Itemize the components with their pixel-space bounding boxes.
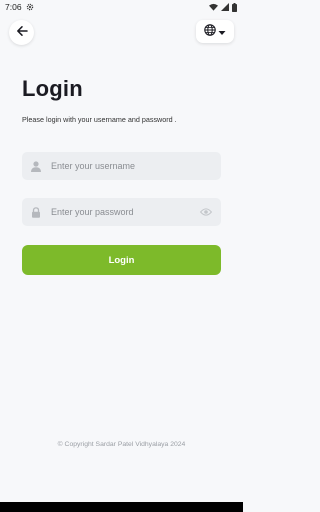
password-input[interactable]	[51, 207, 199, 217]
caret-down-icon	[218, 23, 226, 41]
status-time: 7:06	[5, 2, 22, 12]
login-screen: 7:06 Login Please login with your userna…	[0, 0, 243, 512]
globe-icon	[204, 23, 216, 41]
battery-icon	[232, 2, 237, 12]
username-field[interactable]	[22, 152, 221, 180]
lock-icon	[30, 206, 42, 218]
signal-icon	[221, 3, 229, 11]
login-button[interactable]: Login	[22, 245, 221, 275]
show-password-eye-icon[interactable]	[199, 206, 213, 218]
user-icon	[30, 160, 42, 172]
status-bar-right	[209, 2, 237, 12]
system-navigation-bar	[0, 502, 243, 512]
wifi-icon	[209, 3, 218, 11]
arrow-left-icon	[16, 24, 28, 42]
copyright-text: © Copyright Sardar Patel Vidhyalaya 2024	[57, 441, 186, 448]
language-selector-button[interactable]	[196, 20, 234, 43]
settings-gear-icon	[26, 3, 34, 11]
page-title: Login	[22, 76, 83, 101]
username-input[interactable]	[51, 161, 213, 171]
back-button[interactable]	[9, 20, 34, 45]
page-subtitle: Please login with your username and pass…	[22, 115, 177, 124]
status-bar-left: 7:06	[5, 2, 34, 12]
status-bar: 7:06	[0, 0, 243, 14]
password-field[interactable]	[22, 198, 221, 226]
